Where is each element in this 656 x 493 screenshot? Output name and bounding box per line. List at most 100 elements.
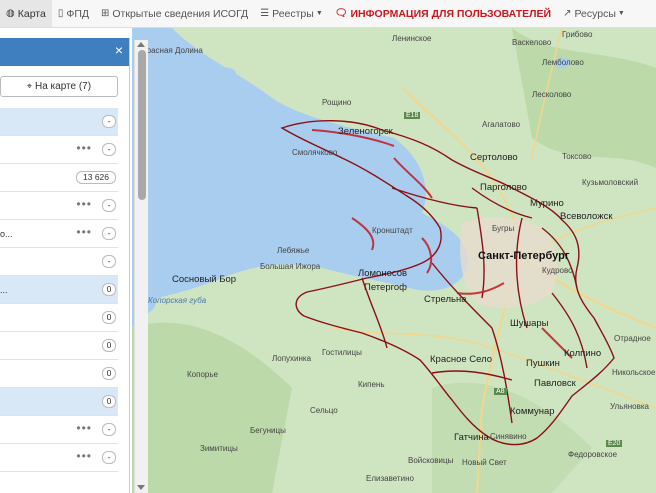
count-badge: 13 626 [76, 171, 116, 184]
scroll-thumb[interactable] [138, 50, 146, 200]
more-icon[interactable]: ••• [76, 422, 92, 434]
layer-list: - ••• - 13 626 ••• - о... ••• - - ... 0 [0, 108, 118, 472]
list-item-label: ... [0, 284, 8, 295]
scroll-up-icon[interactable] [137, 42, 145, 47]
chevron-down-icon: ▼ [617, 10, 625, 17]
chat-icon: 🗨 [334, 8, 348, 19]
panel-scrollbar[interactable] [134, 40, 148, 493]
map-label: Рощино [322, 98, 352, 107]
map-label: Коммунар [510, 406, 555, 417]
map-label: Копорская губа [148, 296, 207, 305]
list-item[interactable]: ••• - [0, 444, 118, 472]
list-item[interactable]: 0 [0, 332, 118, 360]
count-badge: 0 [102, 311, 116, 324]
count-badge: 0 [102, 283, 116, 296]
count-badge: - [102, 115, 116, 128]
top-navigation: ◍ Карта ▯ ФПД ⊞ Открытые сведения ИСОГД … [0, 0, 656, 28]
map-icon: ▯ [57, 8, 64, 19]
scroll-down-icon[interactable] [137, 485, 145, 490]
map-label: Павловск [534, 378, 576, 389]
map-label: Парголово [480, 182, 527, 193]
map-label: Сосновый Бор [172, 274, 237, 285]
more-icon[interactable]: ••• [76, 450, 92, 462]
list-item[interactable]: ••• - [0, 416, 118, 444]
map-label: Грибово [562, 30, 593, 39]
map-label: Никольское [612, 368, 656, 377]
layers-panel: × ⌖ На карте (7) - ••• - 13 626 ••• - о.… [0, 38, 130, 493]
more-icon[interactable]: ••• [76, 142, 92, 154]
nav-item-map[interactable]: ◍ Карта [0, 0, 52, 27]
count-badge: - [102, 227, 116, 240]
map-label: Войсковицы [408, 456, 454, 465]
nav-item-fpd[interactable]: ▯ ФПД [52, 0, 95, 27]
map-label: Смолячково [292, 148, 338, 157]
list-item[interactable]: 0 [0, 360, 118, 388]
map-label-e20: E20 [606, 440, 623, 447]
list-icon: ☰ [260, 8, 270, 19]
list-item-label: о... [0, 228, 13, 239]
map-label: Гостилицы [322, 348, 362, 357]
map-label: Петергоф [364, 282, 407, 293]
map-label: Новый Свет [462, 458, 507, 467]
map-label-a8: А8 [494, 388, 507, 395]
map-label: Токсово [562, 152, 592, 161]
map-label: Стрельна [424, 294, 467, 305]
list-item[interactable]: ••• - [0, 136, 118, 164]
close-icon[interactable]: × [115, 43, 123, 57]
more-icon[interactable]: ••• [76, 198, 92, 210]
list-item[interactable]: 13 626 [0, 164, 118, 192]
map-label: Федоровское [568, 450, 618, 459]
map-label: Пушкин [526, 358, 560, 369]
count-badge: - [102, 143, 116, 156]
list-item[interactable]: 0 [0, 388, 118, 416]
map-label: Красное Село [430, 354, 493, 365]
map-label: Елизаветино [366, 474, 414, 483]
map-label: Зимитицы [200, 444, 238, 453]
show-on-map-button[interactable]: ⌖ На карте (7) [0, 76, 118, 97]
grid-icon: ⊞ [101, 8, 110, 19]
map-label: Сертолово [470, 152, 518, 163]
map-label: Васкелово [512, 38, 552, 47]
count-badge: 0 [102, 395, 116, 408]
list-item[interactable]: - [0, 248, 118, 276]
map-label: Шушары [510, 318, 549, 329]
nav-item-registries[interactable]: ☰ Реестры ▼ [254, 0, 329, 27]
map-label: Зеленогорск [338, 126, 393, 137]
map-view[interactable]: Красная Долина Ленинское Васкелово Грибо… [132, 28, 656, 493]
count-badge: 0 [102, 367, 116, 380]
map-label: Красная Долина [142, 46, 203, 55]
map-label: Кипень [358, 380, 385, 389]
nav-item-resources[interactable]: ↗ Ресурсы ▼ [557, 0, 631, 27]
count-badge: 0 [102, 339, 116, 352]
external-link-icon: ↗ [563, 8, 572, 19]
map-label: Большая Ижора [260, 262, 321, 271]
list-item[interactable]: ... 0 [0, 276, 118, 304]
nav-item-user-info[interactable]: 🗨 ИНФОРМАЦИЯ ДЛЯ ПОЛЬЗОВАТЕЛЕЙ [329, 0, 557, 27]
map-label: Агалатово [482, 120, 521, 129]
map-label: Копорье [187, 370, 218, 379]
show-on-map-label: На карте (7) [34, 81, 92, 92]
list-item[interactable]: о... ••• - [0, 220, 118, 248]
map-label: Всеволожск [560, 211, 613, 222]
map-label: Колпино [564, 348, 602, 359]
more-icon[interactable]: ••• [76, 226, 92, 238]
nav-item-user-info-label: ИНФОРМАЦИЯ ДЛЯ ПОЛЬЗОВАТЕЛЕЙ [350, 7, 552, 20]
map-label: Лемболово [542, 58, 584, 67]
map-canvas [132, 28, 656, 493]
list-item[interactable]: 0 [0, 304, 118, 332]
nav-item-map-label: Карта [17, 7, 46, 20]
map-label: Лопухинка [272, 354, 312, 363]
map-label: Бегуницы [250, 426, 286, 435]
count-badge: - [102, 423, 116, 436]
globe-icon: ◍ [6, 8, 15, 19]
list-item[interactable]: - [0, 108, 118, 136]
nav-item-fpd-label: ФПД [66, 7, 89, 20]
nav-item-resources-label: Ресурсы [574, 7, 616, 20]
nav-item-open-data[interactable]: ⊞ Открытые сведения ИСОГД [95, 0, 254, 27]
count-badge: - [102, 451, 116, 464]
map-label: Санкт-Петербург [478, 250, 570, 262]
panel-header: × [0, 38, 129, 66]
map-label: Синявино [490, 432, 527, 441]
list-item[interactable]: ••• - [0, 192, 118, 220]
map-label: Кузьмоловский [582, 178, 639, 187]
